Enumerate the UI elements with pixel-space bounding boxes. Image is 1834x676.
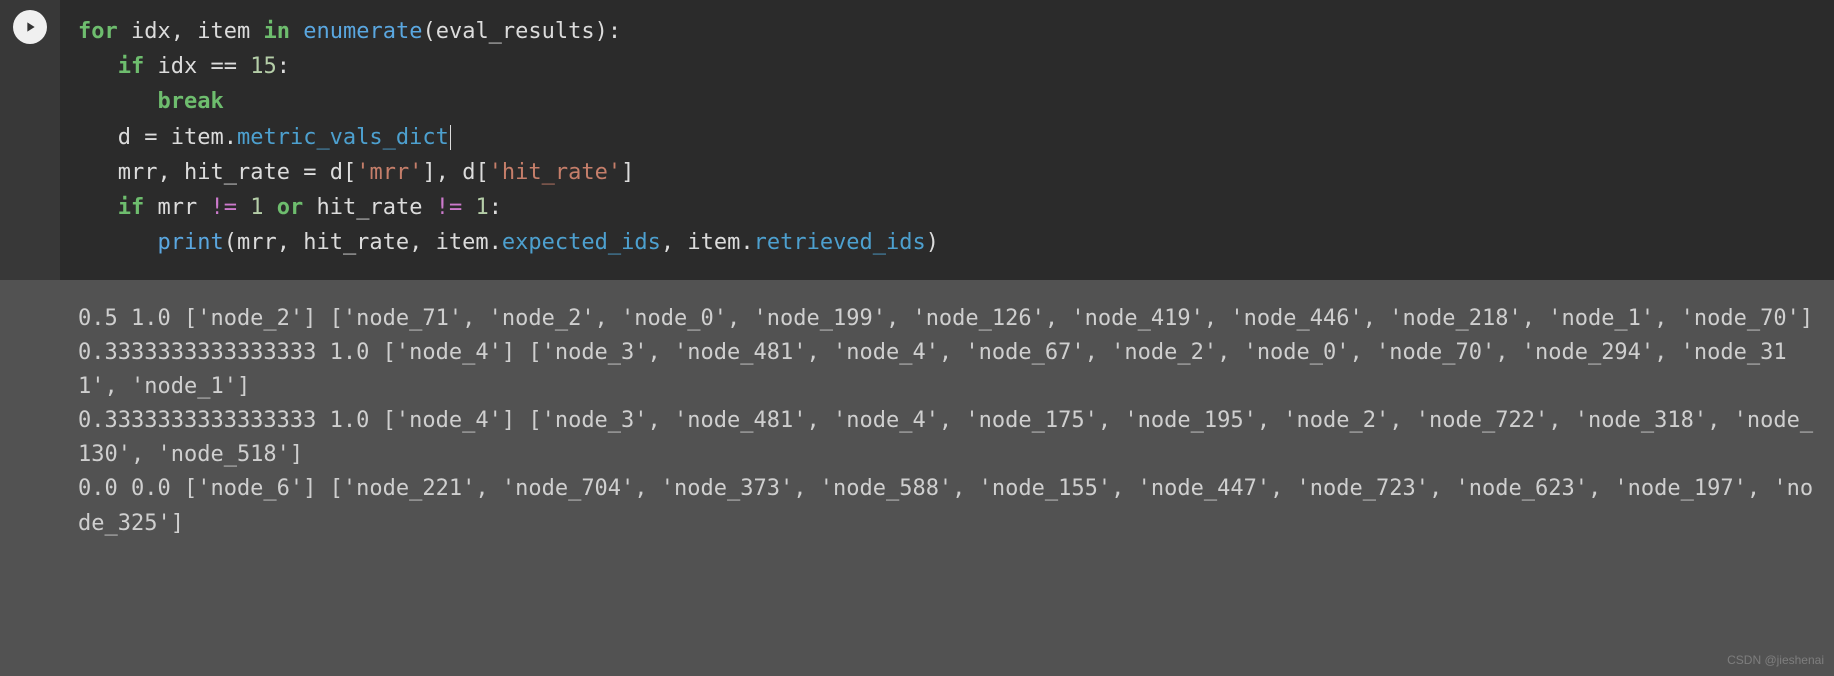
code-line: print(mrr, hit_rate, item.expected_ids, … (78, 225, 1816, 260)
play-icon (22, 19, 38, 35)
output-line: 0.5 1.0 ['node_2'] ['node_71', 'node_2',… (78, 306, 1813, 331)
builtin-print: print (157, 230, 223, 255)
keyword-if: if (118, 195, 145, 220)
code-line: break (78, 84, 1816, 119)
output-line: 0.3333333333333333 1.0 ['node_4'] ['node… (78, 408, 1813, 467)
code-line: if mrr != 1 or hit_rate != 1: (78, 190, 1816, 225)
code-line: if idx == 15: (78, 49, 1816, 84)
output-line: 0.3333333333333333 1.0 ['node_4'] ['node… (78, 340, 1787, 399)
keyword-if: if (118, 54, 145, 79)
code-editor[interactable]: for idx, item in enumerate(eval_results)… (60, 0, 1834, 280)
code-cell: for idx, item in enumerate(eval_results)… (0, 0, 1834, 280)
cell-output: 0.5 1.0 ['node_2'] ['node_71', 'node_2',… (0, 280, 1834, 563)
keyword-in: in (263, 19, 290, 44)
keyword-for: for (78, 19, 118, 44)
keyword-break: break (157, 89, 223, 114)
keyword-or: or (277, 195, 304, 220)
code-line: d = item.metric_vals_dict (78, 120, 1816, 155)
run-cell-button[interactable] (13, 10, 47, 44)
builtin-enumerate: enumerate (303, 19, 422, 44)
watermark: CSDN @jieshenai (1727, 651, 1824, 670)
cell-gutter (0, 0, 60, 280)
code-line: for idx, item in enumerate(eval_results)… (78, 14, 1816, 49)
text-cursor (450, 125, 451, 149)
code-line: mrr, hit_rate = d['mrr'], d['hit_rate'] (78, 155, 1816, 190)
output-line: 0.0 0.0 ['node_6'] ['node_221', 'node_70… (78, 476, 1813, 535)
